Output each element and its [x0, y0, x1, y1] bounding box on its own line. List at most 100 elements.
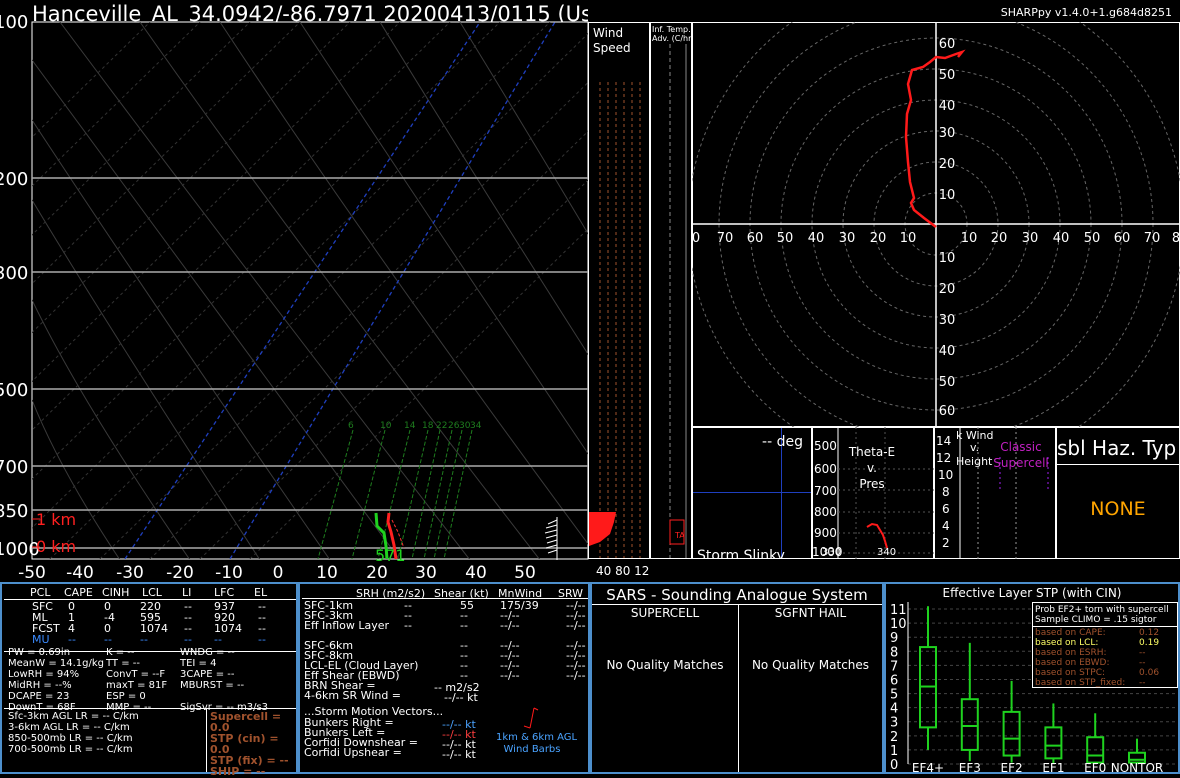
- temp-tick: 20: [366, 563, 388, 582]
- stp-legend-label: based on STPC:: [1035, 668, 1106, 678]
- thermo-header-cinh: CINH: [102, 586, 130, 599]
- svg-text:Supercell: Supercell: [993, 456, 1049, 470]
- stp-y-tick: 6: [890, 673, 898, 688]
- stp-y-tick: 11: [890, 603, 907, 618]
- temp-tick: -40: [66, 563, 94, 582]
- hodo-x-label: 50: [777, 231, 794, 246]
- thermo-index: maxT = 81F: [106, 680, 168, 691]
- thermo-header-lcl: LCL: [142, 586, 162, 599]
- hodo-x-label: 30: [839, 231, 856, 246]
- hodograph[interactable]: 10 20 30 40 50 60 10 20 30 40 50 60 0 70…: [692, 22, 1180, 427]
- hodo-x-label: 50: [1084, 231, 1101, 246]
- hodo-ring-label: 50: [939, 375, 956, 390]
- stp-legend-label: based on STP_fixed:: [1035, 678, 1126, 688]
- theta-tick: 340: [877, 547, 896, 558]
- stp-legend-value: 0.12: [1139, 628, 1160, 638]
- wind-speed-ticks: 40 80 120: [596, 564, 650, 578]
- stp-x-label: EF0: [1084, 761, 1106, 772]
- thermo-header-cape: CAPE: [64, 586, 93, 599]
- temp-tick: 40: [465, 563, 487, 582]
- slinky-deg: -- deg: [762, 434, 803, 450]
- hodo-ring-label: 30: [939, 313, 956, 328]
- mixr-label: 30: [459, 421, 471, 431]
- sr-wind-value: --/-- kt: [444, 691, 478, 704]
- stp-y-tick: 1: [890, 744, 898, 759]
- thermo-cell: --: [104, 633, 112, 646]
- hodo-ring-label: 60: [939, 37, 956, 52]
- inf-temp-value: TA: [674, 531, 685, 540]
- thermo-header-pcl: PCL: [30, 586, 51, 599]
- stp-legend-label: based on LCL:: [1035, 638, 1099, 648]
- skewt-plot[interactable]: 100 200 300 500 700 850 1000 1 km 0 km 6…: [0, 0, 592, 582]
- thermo-index: MeanW = 14.1g/kg: [8, 658, 104, 669]
- height-tick: 4: [942, 519, 950, 533]
- sars-supercell-result: No Quality Matches: [606, 658, 724, 672]
- mixr-label: 10: [380, 421, 392, 431]
- hodo-x-label: 60: [747, 231, 764, 246]
- stp-y-tick: 4: [890, 702, 898, 717]
- kin-cell: --/--: [500, 669, 520, 682]
- stp-y-tick: 8: [890, 645, 898, 660]
- theta-pres-tick: 500: [814, 439, 837, 453]
- stp-legend: Prob EF2+ torn with supercell Sample CLI…: [1032, 602, 1178, 688]
- hodo-x-label: 70: [1144, 231, 1161, 246]
- km-label-0: 0 km: [36, 537, 76, 556]
- thermo-index: [180, 691, 268, 702]
- thermo-index: TT = --: [106, 658, 140, 669]
- pres-label-700: 700: [0, 457, 28, 478]
- theta-tick: 330: [822, 547, 841, 558]
- svg-text:Pres: Pres: [859, 477, 884, 491]
- composite-param: Supercell = 0.0: [210, 710, 282, 734]
- stp-y-tick: 2: [890, 730, 898, 745]
- thermo-index: MidRH = --%: [8, 680, 72, 691]
- thermo-header-el: EL: [254, 586, 268, 599]
- svg-text:Theta-E: Theta-E: [848, 445, 895, 459]
- theta-pres-tick: 700: [814, 484, 837, 498]
- stp-box: [960, 698, 979, 751]
- height-tick: 14: [936, 434, 951, 448]
- theta-pres-tick: 900: [814, 526, 837, 540]
- temp-tick: 0: [273, 563, 284, 582]
- stp-legend-label: based on CAPE:: [1035, 628, 1106, 638]
- hodo-ring-label: 40: [939, 344, 956, 359]
- thermo-index: K = --: [106, 647, 135, 658]
- km-label-1: 1 km: [36, 510, 76, 529]
- thermo-cell: MU: [32, 633, 50, 646]
- sars-panel: SARS - Sounding Analogue System SUPERCEL…: [590, 582, 884, 774]
- stp-legend-value: 0.06: [1139, 668, 1160, 678]
- thermo-cell: --: [214, 633, 222, 646]
- sr-wind-label: 4-6km SR Wind =: [304, 689, 402, 702]
- hodo-x-label: 0: [692, 231, 700, 246]
- svg-text:v.: v.: [970, 441, 979, 454]
- stp-x-label: EF1: [1042, 761, 1064, 772]
- composite-param: SHIP = --: [210, 765, 266, 778]
- stp-y-tick: 10: [890, 617, 907, 632]
- version-label: SHARPpy v1.4.0+1.g684d8251: [1000, 6, 1172, 19]
- stp-y-tick: 3: [890, 716, 898, 731]
- wind-speed-panel: Wind Speed 40 80 120: [588, 22, 650, 578]
- lapse-rate: 700-500mb LR = -- C/km: [8, 744, 133, 755]
- hodo-ring-label: 50: [939, 68, 956, 83]
- kin-cell: --: [460, 619, 468, 632]
- hodo-ring-label: 40: [939, 99, 956, 114]
- temp-tick: 10: [316, 563, 338, 582]
- kin-cell: --: [404, 619, 412, 632]
- thermo-index: TEI = 4: [180, 658, 217, 669]
- pres-label-200: 200: [0, 169, 28, 190]
- thermo-cell: --: [184, 633, 192, 646]
- height-tick: 10: [938, 468, 953, 482]
- stp-legend-value: --: [1139, 678, 1146, 688]
- lapse-rate: 3-6km AGL LR = -- C/km: [8, 722, 130, 733]
- stp-legend-value: 0.19: [1139, 638, 1160, 648]
- kin-cell: --/--: [500, 619, 520, 632]
- thermo-index: ESP = 0: [106, 691, 146, 702]
- stp-legend-label: based on ESRH:: [1035, 648, 1107, 658]
- temp-tick: -50: [18, 563, 46, 582]
- thermo-header-li: LI: [182, 586, 192, 599]
- hodo-ring-label: 20: [939, 282, 956, 297]
- sars-title: SARS - Sounding Analogue System: [606, 586, 868, 604]
- mixr-label: 22: [436, 421, 447, 431]
- thermo-index: PW = 0.69in: [8, 647, 71, 658]
- hodo-ring-label: 60: [939, 404, 956, 419]
- barb-label-1: 1km & 6km AGL: [496, 732, 578, 743]
